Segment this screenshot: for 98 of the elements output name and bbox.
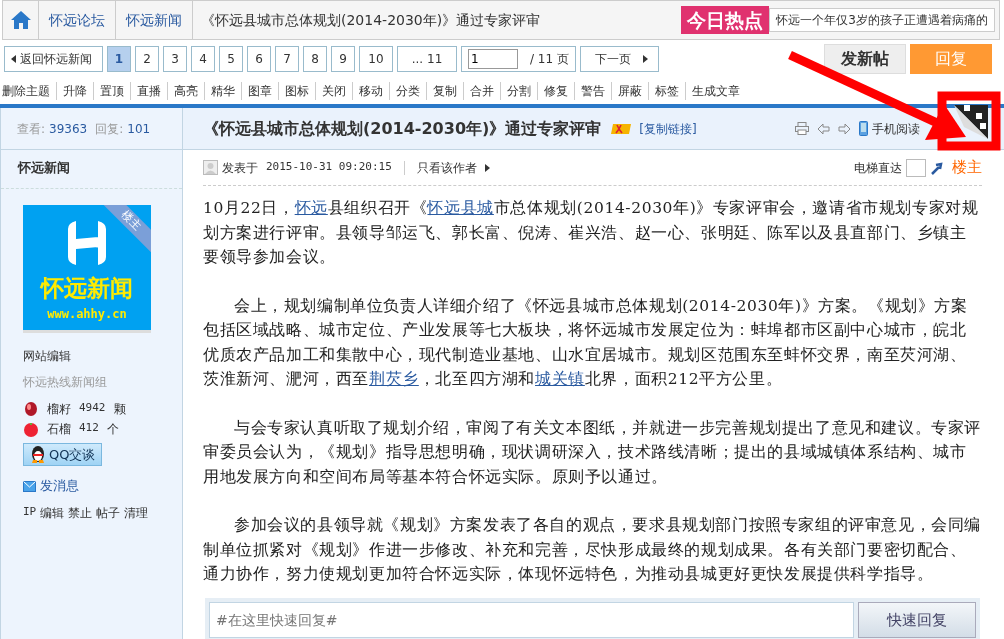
page-link[interactable]: 9: [331, 46, 355, 72]
credit-name: 榴籽: [47, 400, 71, 418]
left-arrow-icon: [817, 122, 830, 135]
qq-chat-button[interactable]: QQ交谈: [23, 442, 103, 466]
credit-name: 石榴: [47, 420, 71, 438]
print-icon: [795, 122, 809, 135]
back-button[interactable]: 返回怀远新闻: [4, 46, 103, 72]
credit-unit: 颗: [113, 400, 126, 418]
page-link[interactable]: 1: [107, 46, 131, 72]
mod-tool-link[interactable]: 图章: [241, 82, 272, 100]
post-title: 《怀远县城市总体规划(2014-2030年)》通过专家评审: [203, 117, 602, 140]
right-arrow-icon: [838, 122, 851, 135]
post-paragraph: 会上，规划编制单位负责人详细介绍了《怀远县城市总体规划(2014-2030年)》方案。《规划》方案包括区域战略、城市定位、产业发展等七大板块，将怀远城市发展定位为：蚌埠都市区副中心城市，皖北优质农产品加工和集散中心，现代制造业基地、山水宜居城市。规划区范围东至蚌怀交界，南至芡河湖、茨淮新河、淝河，西至荆芡乡，北至四方湖和城关镇北界，面积212平方公里。: [203, 295, 969, 390]
annotation-highlight-frame: [937, 91, 1001, 151]
post-paragraph: 参加会议的县领导就《规划》方案发表了各自的观点，要求县规划部门按照专家组的评审意见，会同编制单位抓紧对《规划》作进一步修改、补充和完善，尽快形成最终的规划成果。各有关部门要密切配合、通力协作，努力使规划更加符合怀远实际，体现怀远特色，为推动县城更好更快发展提供科学指导。: [203, 515, 982, 585]
envelope-icon: [23, 480, 36, 492]
quick-reply-button[interactable]: 快速回复: [858, 602, 976, 638]
credit-unit: 个: [106, 420, 119, 438]
page-link[interactable]: 7: [275, 46, 299, 72]
hot-headline-link[interactable]: 怀远一个年仅3岁的孩子正遭遇着病痛的: [769, 8, 995, 32]
place-link[interactable]: 怀远: [294, 199, 328, 217]
admin-link[interactable]: 编辑: [40, 503, 65, 522]
page-link[interactable]: 8: [303, 46, 327, 72]
mod-tool-link[interactable]: 分类: [389, 82, 420, 100]
logo-text: 怀远新闻: [41, 273, 133, 303]
logo-url: www.ahhy.cn: [47, 306, 127, 323]
post-paragraph: 10月22日，怀远县组织召开《怀远县城市总体规划(2014-2030年)》专家评审会，邀请省市规划专家对规划方案进行评审。县领导邹运飞、郭长富、倪涛、崔兴浩、赵一心、张明廷、陈军以及县直部门、乡镇主要领导参加会议。: [203, 198, 980, 268]
jump-arrow-icon: [930, 160, 944, 175]
mod-tool-link[interactable]: 合并: [463, 82, 494, 100]
page-jump[interactable]: 1 / 11 页: [461, 46, 576, 72]
credit-value: 4942: [79, 400, 106, 417]
mod-tool-link[interactable]: 升降: [56, 82, 87, 100]
page-link[interactable]: 6: [247, 46, 271, 72]
breadcrumb-link[interactable]: 怀远论坛: [39, 1, 116, 39]
mod-tool-link[interactable]: 警告: [574, 82, 605, 100]
home-icon: [9, 10, 32, 30]
mod-tool-link[interactable]: 分割: [500, 82, 531, 100]
hot-topics-label: 今日热点: [681, 6, 770, 34]
author-only-link[interactable]: 只看该作者: [416, 158, 490, 177]
place-link[interactable]: 城关镇: [535, 370, 585, 388]
replies-label: 回复:: [95, 120, 124, 138]
mod-tool-link[interactable]: 移动: [352, 82, 383, 100]
mod-tool-link[interactable]: 删除主题: [2, 82, 50, 100]
author-role: 网站编辑: [23, 347, 72, 365]
admin-link[interactable]: 清理: [124, 503, 149, 522]
author-group: 怀远热线新闻组: [23, 372, 182, 391]
mod-tool-link[interactable]: 复制: [426, 82, 457, 100]
page-link[interactable]: 2: [135, 46, 159, 72]
send-message-link[interactable]: 发消息: [23, 476, 182, 496]
views-label: 查看:: [17, 120, 46, 138]
place-link[interactable]: 荆芡乡: [369, 370, 419, 388]
page-link[interactable]: ... 11: [397, 46, 457, 72]
mod-tool-link[interactable]: 修复: [537, 82, 568, 100]
page-link[interactable]: 5: [219, 46, 243, 72]
mod-tool-link[interactable]: 图标: [278, 82, 309, 100]
mod-tool-link[interactable]: 屏蔽: [611, 82, 642, 100]
right-caret-icon: [484, 163, 490, 172]
floor-label: 楼主: [952, 157, 982, 179]
seed-icon: [23, 400, 39, 417]
quick-reply-field[interactable]: #在这里快速回复#: [209, 602, 854, 638]
floor-jump-input[interactable]: [906, 158, 926, 177]
post-paragraph: 与会专家认真听取了规划介绍，审阅了有关文本图纸，并就进一步完善规划提出了意见和建议。专家评审委员会认为，《规划》指导思想明确，现状调研深入，技术路线清晰；提出的县域城镇体系结构、城市用地发展方向和空间布局等基本符合怀远实际。原则予以通过。: [203, 417, 982, 488]
page-input[interactable]: 1: [468, 49, 518, 69]
mobile-read-link[interactable]: 手机阅读: [859, 119, 920, 138]
mod-tool-link[interactable]: 直播: [130, 82, 161, 100]
mod-tool-link[interactable]: 标签: [648, 82, 679, 100]
admin-link[interactable]: 帖子: [96, 503, 121, 522]
place-link[interactable]: 怀远县城: [427, 199, 494, 217]
pomegranate-icon: [23, 420, 39, 437]
next-page-button[interactable]: 下一页: [579, 46, 659, 72]
left-caret-icon: [11, 55, 16, 63]
fire-badge-icon: [611, 121, 634, 136]
user-avatar-icon: [203, 160, 218, 175]
new-post-button[interactable]: 发新帖: [824, 44, 906, 74]
right-caret-icon: [642, 55, 648, 63]
phone-icon: [859, 121, 868, 136]
posted-label: 发表于: [222, 159, 258, 177]
author-name[interactable]: 怀远新闻: [1, 150, 182, 189]
penguin-icon: [30, 445, 46, 464]
page-link[interactable]: 4: [191, 46, 215, 72]
page-total: / 11 页: [530, 51, 569, 68]
mod-tool-link[interactable]: 置顶: [93, 82, 124, 100]
copy-link[interactable]: [复制链接]: [639, 119, 697, 138]
ip-label: IP: [23, 503, 37, 520]
credit-value: 412: [79, 420, 99, 437]
breadcrumb-current: 《怀远县城市总体规划(2014-2030年)》通过专家评审: [200, 10, 541, 30]
mod-tool-link[interactable]: 精华: [204, 82, 235, 100]
mod-tool-link[interactable]: 关闭: [315, 82, 346, 100]
page-link[interactable]: 10: [359, 46, 393, 72]
breadcrumb-link[interactable]: 怀远新闻: [116, 1, 193, 39]
jump-label: 电梯直达: [854, 159, 902, 177]
mod-tool-link[interactable]: 生成文章: [685, 82, 740, 100]
views-count: 39363: [49, 120, 88, 138]
replies-count: 101: [127, 120, 151, 138]
admin-link[interactable]: 禁止: [68, 503, 93, 522]
mod-tool-link[interactable]: 高亮: [167, 82, 198, 100]
page-link[interactable]: 3: [163, 46, 187, 72]
post-date: 2015-10-31 09:20:15: [266, 159, 392, 176]
